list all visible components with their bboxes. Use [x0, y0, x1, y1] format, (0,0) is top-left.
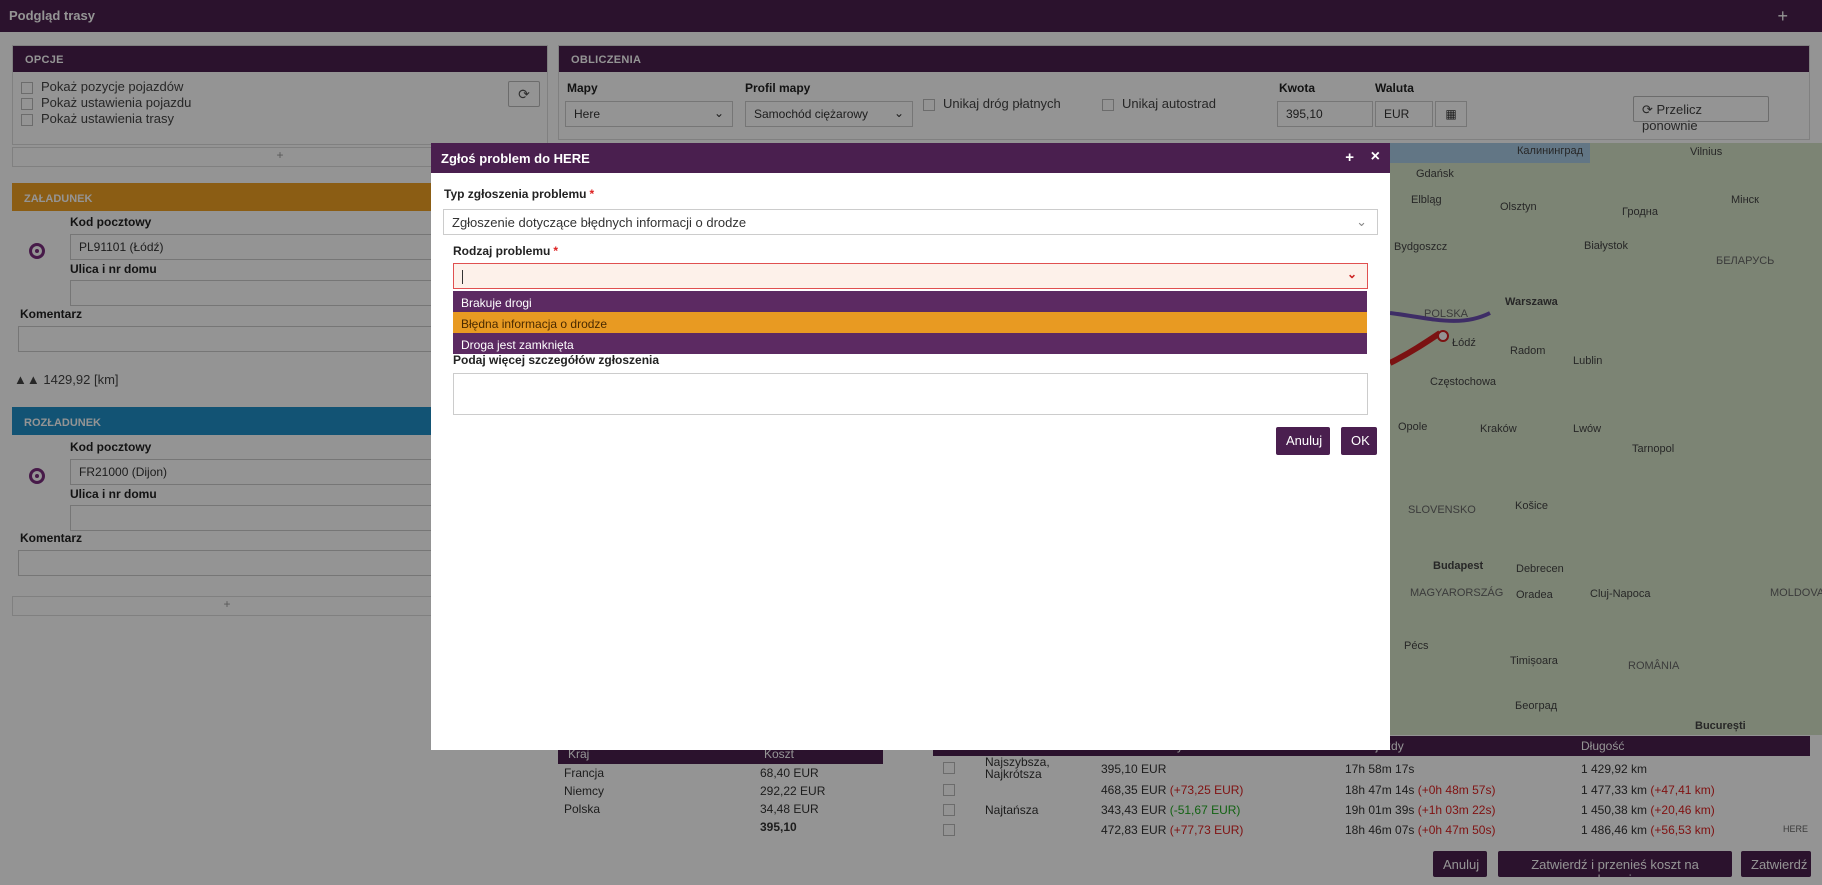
modal-title: Zgłoś problem do HERE [441, 151, 590, 166]
maximize-icon[interactable]: + [1345, 149, 1354, 166]
problem-type-select[interactable]: Zgłoszenie dotyczące błędnych informacji… [443, 209, 1378, 235]
dropdown-option[interactable]: Brakuje drogi [453, 291, 1367, 312]
details-textarea[interactable] [453, 373, 1368, 415]
problem-type-value: Zgłoszenie dotyczące błędnych informacji… [452, 215, 747, 230]
chevron-down-icon: ⌄ [1346, 267, 1357, 281]
modal-header: Zgłoś problem do HERE + × [431, 143, 1390, 173]
problem-type-label: Typ zgłoszenia problemu * [444, 187, 595, 201]
problem-kind-label-text: Rodzaj problemu [453, 244, 551, 258]
problem-kind-label: Rodzaj problemu * [453, 244, 559, 258]
close-icon[interactable]: × [1371, 148, 1380, 166]
modal-cancel-button[interactable]: Anuluj [1276, 427, 1330, 455]
report-problem-modal: Zgłoś problem do HERE + × Typ zgłoszenia… [431, 143, 1390, 750]
chevron-down-icon: ⌄ [1356, 214, 1367, 229]
problem-kind-input[interactable]: ⌄ [453, 263, 1368, 289]
problem-type-label-text: Typ zgłoszenia problemu [444, 187, 587, 201]
details-label: Podaj więcej szczegółów zgłoszenia [453, 353, 660, 367]
modal-ok-button[interactable]: OK [1341, 427, 1377, 455]
dropdown-option-highlighted[interactable]: Błędna informacja o drodze [453, 312, 1367, 333]
dropdown-option[interactable]: Droga jest zamknięta [453, 333, 1367, 354]
